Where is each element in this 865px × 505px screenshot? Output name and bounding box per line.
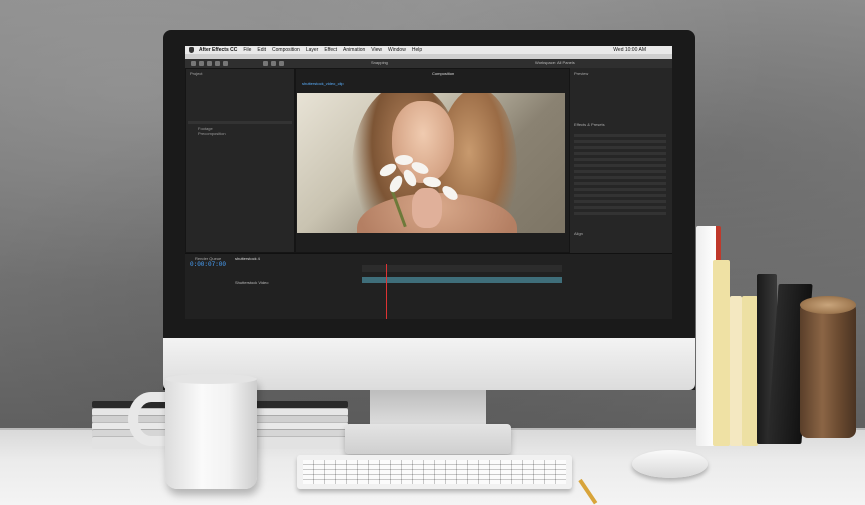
align-tab[interactable]: Align	[574, 231, 583, 236]
preview-tab[interactable]: Preview	[574, 71, 588, 76]
project-item-precomp[interactable]: Precomposition	[198, 131, 226, 136]
menu-composition[interactable]: Composition	[272, 47, 300, 53]
coffee-mug	[165, 377, 257, 489]
selection-tool-icon[interactable]	[191, 61, 196, 66]
menu-layer[interactable]: Layer	[306, 47, 319, 53]
menu-animation[interactable]: Animation	[343, 47, 365, 53]
timecode-display[interactable]: 0:00:07:00	[190, 261, 226, 268]
text-tool-icon[interactable]	[271, 61, 276, 66]
menu-help[interactable]: Help	[412, 47, 422, 53]
comp-sub-tab[interactable]: shutterstock_video_clip	[302, 81, 344, 86]
brush-tool-icon[interactable]	[279, 61, 284, 66]
menu-window[interactable]: Window	[388, 47, 406, 53]
workspace-select[interactable]: All Panels	[557, 60, 575, 65]
desk-scene: After Effects CC File Edit Composition L…	[0, 0, 865, 505]
apple-icon[interactable]	[189, 47, 194, 53]
camera-tool-icon[interactable]	[223, 61, 228, 66]
wood-log-top	[800, 296, 856, 314]
effects-presets-tab[interactable]: Effects & Presets	[574, 122, 605, 127]
timeline-layer-name[interactable]: Shutterstock Video	[235, 280, 269, 285]
book	[730, 296, 742, 446]
composition-tab[interactable]: Composition	[432, 71, 454, 76]
time-ruler[interactable]	[362, 265, 562, 272]
wood-log	[800, 302, 856, 438]
playhead[interactable]	[386, 264, 387, 319]
layer-track-bar[interactable]	[362, 277, 562, 283]
mouse	[632, 450, 708, 478]
pen-tool-icon[interactable]	[263, 61, 268, 66]
book	[713, 260, 730, 446]
menu-edit[interactable]: Edit	[257, 47, 266, 53]
hand	[412, 188, 442, 228]
menu-file[interactable]: File	[243, 47, 251, 53]
rotate-tool-icon[interactable]	[215, 61, 220, 66]
composition-viewer[interactable]	[297, 93, 565, 233]
project-tab[interactable]: Project	[190, 71, 202, 76]
screen: After Effects CC File Edit Composition L…	[185, 46, 672, 319]
menu-bar: After Effects CC File Edit Composition L…	[185, 46, 672, 54]
monitor-stand	[370, 390, 486, 428]
project-panel: Project Footage Precomposition	[185, 68, 295, 253]
menu-effect[interactable]: Effect	[324, 47, 337, 53]
zoom-tool-icon[interactable]	[207, 61, 212, 66]
keyboard-keys	[303, 460, 566, 484]
snapping-label[interactable]: Snapping	[371, 60, 388, 65]
hand-tool-icon[interactable]	[199, 61, 204, 66]
monitor-foot	[345, 424, 511, 454]
comp-timeline-tab[interactable]: shutterstock 4	[235, 256, 260, 261]
project-header-row	[188, 121, 292, 124]
clock: Wed 10:00 AM	[613, 47, 646, 53]
book	[742, 296, 758, 446]
mug-rim	[165, 374, 257, 384]
timeline-panel: Render Queue shutterstock 4 Shutterstock…	[185, 253, 672, 319]
flower	[395, 155, 413, 165]
workspace-label: Workspace:	[535, 60, 557, 65]
app-name-menu[interactable]: After Effects CC	[199, 47, 237, 53]
menu-view[interactable]: View	[371, 47, 382, 53]
